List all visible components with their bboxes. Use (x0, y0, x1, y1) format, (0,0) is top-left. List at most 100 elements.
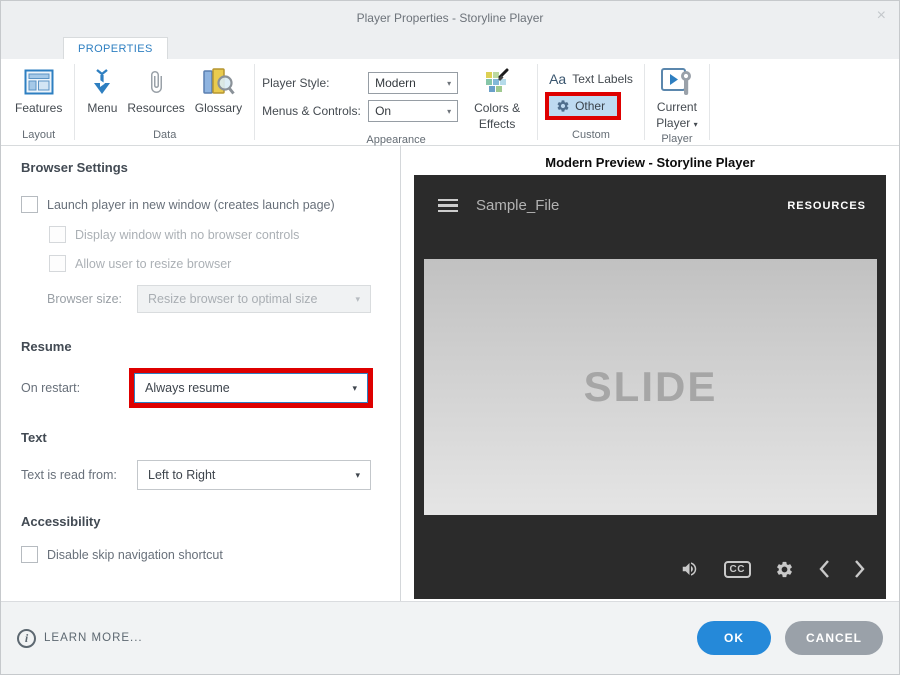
browser-settings-heading: Browser Settings (21, 160, 128, 175)
current-player-button[interactable]: Current Player ▾ (652, 62, 702, 131)
on-restart-value: Always resume (145, 381, 230, 395)
on-restart-label: On restart: (21, 381, 81, 395)
features-icon (24, 66, 54, 98)
chevron-down-icon: ▾ (355, 293, 360, 304)
preview-panel: Modern Preview - Storyline Player Sample… (401, 146, 899, 601)
close-icon[interactable]: × (877, 8, 886, 24)
player-style-label: Player Style: (262, 76, 330, 90)
glossary-button[interactable]: Glossary (190, 62, 247, 115)
browser-size-label: Browser size: (47, 292, 123, 306)
ribbon-divider (708, 64, 710, 140)
browser-size-value: Resize browser to optimal size (148, 292, 318, 306)
allow-resize-row: Allow user to resize browser (49, 255, 400, 272)
group-label-data: Data (153, 129, 177, 141)
menus-controls-dropdown[interactable]: On ▾ (368, 100, 459, 122)
glossary-icon (201, 66, 236, 98)
dialog-title: Player Properties - Storyline Player (356, 11, 544, 25)
text-read-value: Left to Right (148, 468, 216, 482)
ribbon-group-appearance: Player Style: Modern ▾ Menus & Controls:… (255, 59, 537, 146)
group-label-layout: Layout (22, 129, 56, 141)
browser-size-row: Browser size: Resize browser to optimal … (21, 285, 400, 313)
text-labels-button[interactable]: Aa Text Labels (545, 68, 637, 90)
chevron-down-icon: ▾ (447, 106, 452, 116)
next-slide-icon[interactable] (854, 559, 866, 579)
previous-slide-icon[interactable] (818, 559, 830, 579)
dialog-content: Browser Settings Launch player in new wi… (1, 146, 899, 601)
volume-icon[interactable] (679, 560, 700, 578)
settings-gear-icon[interactable] (775, 560, 794, 579)
player-controls: CC (679, 559, 866, 579)
learn-more-link[interactable]: i LEARN MORE... (17, 628, 143, 648)
features-label: Features (15, 101, 63, 115)
text-read-row: Text is read from: Left to Right ▾ (21, 460, 400, 490)
colors-effects-label: Colors & Effects (474, 101, 521, 131)
player-properties-dialog: Player Properties - Storyline Player × P… (0, 0, 900, 675)
colors-effects-button[interactable]: Colors & Effects (464, 62, 530, 132)
no-browser-controls-row: Display window with no browser controls (49, 226, 400, 243)
resume-heading: Resume (21, 339, 72, 354)
no-browser-controls-label: Display window with no browser controls (75, 227, 300, 242)
resources-label: Resources (127, 101, 185, 115)
aa-icon: Aa (549, 71, 567, 87)
ribbon-group-data: Menu Resources Glossary Data (75, 59, 254, 145)
chevron-down-icon: ▾ (355, 469, 360, 480)
launch-new-window-label: Launch player in new window (creates lau… (47, 197, 335, 212)
on-restart-dropdown[interactable]: Always resume ▾ (134, 373, 368, 403)
colors-effects-icon (482, 66, 512, 98)
resources-tab[interactable]: RESOURCES (787, 200, 866, 212)
glossary-label: Glossary (194, 101, 243, 115)
resume-highlight-box: Always resume ▾ (129, 368, 373, 408)
skip-nav-label: Disable skip navigation shortcut (47, 547, 223, 562)
allow-resize-checkbox[interactable] (49, 255, 66, 272)
ribbon-group-custom: Aa Text Labels Other Custom (538, 59, 644, 145)
chevron-down-icon: ▾ (352, 382, 357, 393)
browser-size-dropdown[interactable]: Resize browser to optimal size ▾ (137, 285, 371, 313)
features-button[interactable]: Features (10, 62, 67, 115)
ribbon-group-player: Current Player ▾ Player (645, 59, 709, 145)
hamburger-menu-icon[interactable] (438, 198, 458, 213)
menu-button[interactable]: Menu (82, 62, 122, 115)
closed-captions-icon[interactable]: CC (723, 560, 751, 578)
player-style-value: Modern (375, 76, 416, 90)
text-heading: Text (21, 430, 47, 445)
launch-new-window-checkbox[interactable] (21, 196, 38, 213)
cancel-button[interactable]: CANCEL (785, 621, 883, 655)
ok-button[interactable]: OK (697, 621, 771, 655)
chevron-down-icon: ▾ (693, 119, 698, 129)
skip-nav-row: Disable skip navigation shortcut (21, 546, 400, 563)
text-read-dropdown[interactable]: Left to Right ▾ (137, 460, 371, 490)
menu-icon (90, 66, 114, 98)
info-icon: i (17, 628, 36, 648)
no-browser-controls-checkbox[interactable] (49, 226, 66, 243)
tab-strip: PROPERTIES (1, 35, 899, 59)
tab-properties[interactable]: PROPERTIES (63, 37, 168, 59)
menus-controls-value: On (375, 104, 392, 118)
player-style-dropdown[interactable]: Modern ▾ (368, 72, 459, 94)
launch-new-window-row: Launch player in new window (creates lau… (21, 196, 400, 213)
player-file-title: Sample_File (476, 197, 560, 214)
accessibility-heading: Accessibility (21, 514, 101, 529)
menu-label: Menu (87, 101, 118, 115)
current-player-icon (659, 66, 695, 98)
learn-more-label: LEARN MORE... (44, 632, 143, 644)
text-read-label: Text is read from: (21, 468, 117, 482)
settings-panel: Browser Settings Launch player in new wi… (1, 146, 401, 601)
other-label: Other (575, 99, 606, 113)
text-labels-label: Text Labels (572, 72, 633, 86)
paperclip-icon (144, 66, 168, 98)
skip-nav-checkbox[interactable] (21, 546, 38, 563)
resources-button[interactable]: Resources (122, 62, 189, 115)
on-restart-row: On restart: Always resume ▾ (21, 368, 400, 408)
menus-controls-label: Menus & Controls: (262, 104, 361, 118)
chevron-down-icon: ▾ (447, 78, 452, 88)
slide-placeholder-text: SLIDE (583, 363, 718, 410)
gear-icon (556, 99, 570, 113)
footer-buttons: OK CANCEL (697, 621, 883, 655)
other-button[interactable]: Other (549, 96, 618, 116)
titlebar: Player Properties - Storyline Player × (1, 1, 899, 35)
preview-title: Modern Preview - Storyline Player (545, 155, 755, 170)
ribbon-group-layout: Features Layout (3, 59, 74, 145)
other-highlight-box: Other (545, 92, 622, 120)
footer-bar: i LEARN MORE... OK CANCEL (1, 601, 899, 674)
current-player-label: Current Player ▾ (656, 100, 698, 130)
